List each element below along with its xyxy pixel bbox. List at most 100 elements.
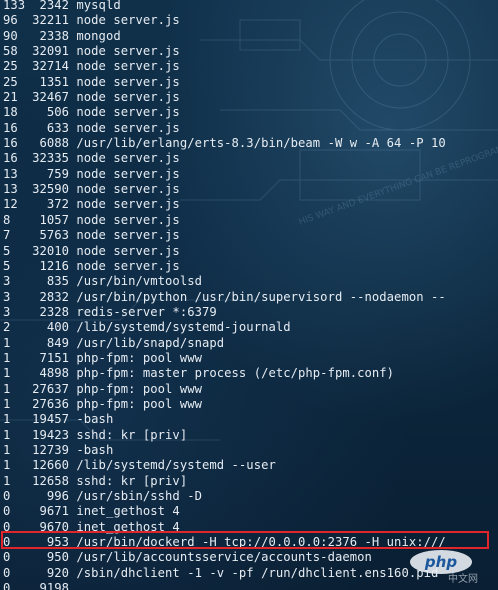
process-line: 58 32091 node server.js — [3, 44, 446, 59]
process-line: 3 835 /usr/bin/vmtoolsd — [3, 274, 446, 289]
process-command: node server.js — [76, 59, 180, 74]
process-line: 0 9671 inet_gethost 4 — [3, 504, 446, 519]
fd-count: 58 — [3, 44, 18, 59]
fd-count: 16 — [3, 151, 18, 166]
fd-count: 1 — [3, 366, 11, 381]
process-pid: 5763 — [39, 228, 69, 243]
fd-count: 8 — [3, 212, 11, 227]
process-line: 13 32590 node server.js — [3, 182, 446, 197]
fd-count: 96 — [3, 13, 18, 28]
process-line: 1 4898 php-fpm: master process (/etc/php-… — [3, 366, 446, 381]
process-line: 1 19457 -bash — [3, 412, 446, 427]
process-line: 7 5763 node server.js — [3, 228, 446, 243]
fd-count: 3 — [3, 274, 11, 289]
process-command: redis-server *:6379 — [76, 304, 217, 319]
process-command: /usr/lib/accountsservice/accounts-daemon — [76, 550, 372, 565]
process-pid: 32091 — [32, 44, 69, 59]
fd-count: 1 — [3, 381, 11, 396]
fd-count: 1 — [3, 412, 11, 427]
process-pid: 9198 — [39, 581, 69, 590]
process-line: 96 32211 node server.js — [3, 13, 446, 28]
process-pid: 7151 — [39, 350, 69, 365]
process-line: 1 7151 php-fpm: pool www — [3, 351, 446, 366]
process-pid: 19423 — [32, 427, 69, 442]
process-pid: 12660 — [32, 458, 69, 473]
process-command: sshd: kr [priv] — [76, 473, 188, 488]
fd-count: 21 — [3, 90, 18, 105]
process-pid: 2338 — [39, 28, 69, 43]
process-pid: 372 — [46, 197, 69, 212]
process-line: 3 2832 /usr/bin/python /usr/bin/superviso… — [3, 290, 446, 305]
fd-count: 0 — [3, 489, 11, 503]
fd-count: 2 — [3, 320, 11, 335]
process-command: node server.js — [76, 182, 180, 197]
process-pid: 32335 — [32, 151, 69, 166]
process-line: 13 759 node server.js — [3, 167, 446, 182]
process-line: 1 849 /usr/lib/snapd/snapd — [3, 336, 446, 351]
process-command: sshd: kr [priv] — [76, 427, 188, 442]
process-command: node server.js — [76, 197, 180, 212]
fd-count: 12 — [3, 197, 18, 212]
process-line: 0 9198 — [3, 581, 446, 590]
process-list: 133 2342 mysqld 96 32211 node server.js 90 23… — [3, 0, 446, 590]
process-pid: 32714 — [32, 59, 69, 74]
fd-count: 0 — [3, 565, 11, 580]
process-pid: 1351 — [39, 74, 69, 89]
process-line: 8 1057 node server.js — [3, 213, 446, 228]
process-pid: 506 — [46, 105, 69, 120]
process-line: 2 400 /lib/systemd/systemd-journald — [3, 320, 446, 335]
process-command: php-fpm: master process (/etc/php-fpm.co… — [76, 366, 395, 381]
process-command: php-fpm: pool www — [76, 350, 202, 365]
process-command: /lib/systemd/systemd-journald — [76, 320, 291, 335]
fd-count: 0 — [3, 550, 11, 565]
process-line: 1 12658 sshd: kr [priv] — [3, 474, 446, 489]
process-pid: 2328 — [39, 304, 69, 319]
site-watermark-text: 中文网 — [448, 574, 478, 585]
process-line: 5 32010 node server.js — [3, 244, 446, 259]
process-line: 1 19423 sshd: kr [priv] — [3, 428, 446, 443]
fd-count: 1 — [3, 442, 11, 457]
process-command: mongod — [76, 28, 121, 43]
process-pid: 835 — [46, 274, 69, 289]
process-pid: 32590 — [32, 182, 69, 197]
fd-count: 1 — [3, 473, 11, 488]
process-line: 133 2342 mysqld — [3, 0, 446, 13]
process-line: 18 506 node server.js — [3, 105, 446, 120]
process-command: /usr/sbin/sshd -D — [76, 489, 202, 503]
process-command: node server.js — [76, 13, 180, 28]
process-command: inet_gethost 4 — [76, 504, 180, 519]
fd-count: 16 — [3, 120, 18, 135]
process-line: 16 6088 /usr/lib/erlang/erts-8.3/bin/beam… — [3, 136, 446, 151]
fd-count: 13 — [3, 166, 18, 181]
process-pid: 633 — [46, 120, 69, 135]
process-pid: 1057 — [39, 212, 69, 227]
process-pid: 996 — [46, 489, 69, 503]
highlight-dockerd-row — [1, 531, 489, 549]
process-pid: 1216 — [39, 258, 69, 273]
process-pid: 32211 — [32, 13, 69, 28]
process-command: node server.js — [76, 151, 180, 166]
process-pid: 32010 — [32, 243, 69, 258]
process-pid: 4898 — [39, 366, 69, 381]
process-command: node server.js — [76, 212, 180, 227]
process-line: 25 32714 node server.js — [3, 59, 446, 74]
terminal-window[interactable]: HIS WAY AND EVERYTHING CAN BE REPROGRAM … — [0, 0, 498, 590]
process-command: -bash — [76, 442, 114, 457]
process-command: node server.js — [76, 105, 180, 120]
process-pid: 6088 — [39, 136, 69, 151]
process-command: /usr/lib/erlang/erts-8.3/bin/beam -W w -… — [76, 136, 446, 151]
fd-count: 5 — [3, 258, 11, 273]
fd-count: 1 — [3, 427, 11, 442]
process-pid: 849 — [46, 335, 69, 350]
fd-count: 0 — [3, 504, 11, 519]
fd-count: 0 — [3, 581, 11, 590]
fd-count: 90 — [3, 28, 18, 43]
process-line: 1 27637 php-fpm: pool www — [3, 382, 446, 397]
process-command: node server.js — [76, 74, 180, 89]
process-command: /usr/bin/python /usr/bin/supervisord --n… — [76, 289, 446, 304]
process-line: 0 920 /sbin/dhclient -1 -v -pf /run/dhcli… — [3, 566, 446, 581]
process-command: node server.js — [76, 258, 180, 273]
fd-count: 18 — [3, 105, 18, 120]
fd-count: 3 — [3, 304, 11, 319]
process-command: node server.js — [76, 44, 180, 59]
